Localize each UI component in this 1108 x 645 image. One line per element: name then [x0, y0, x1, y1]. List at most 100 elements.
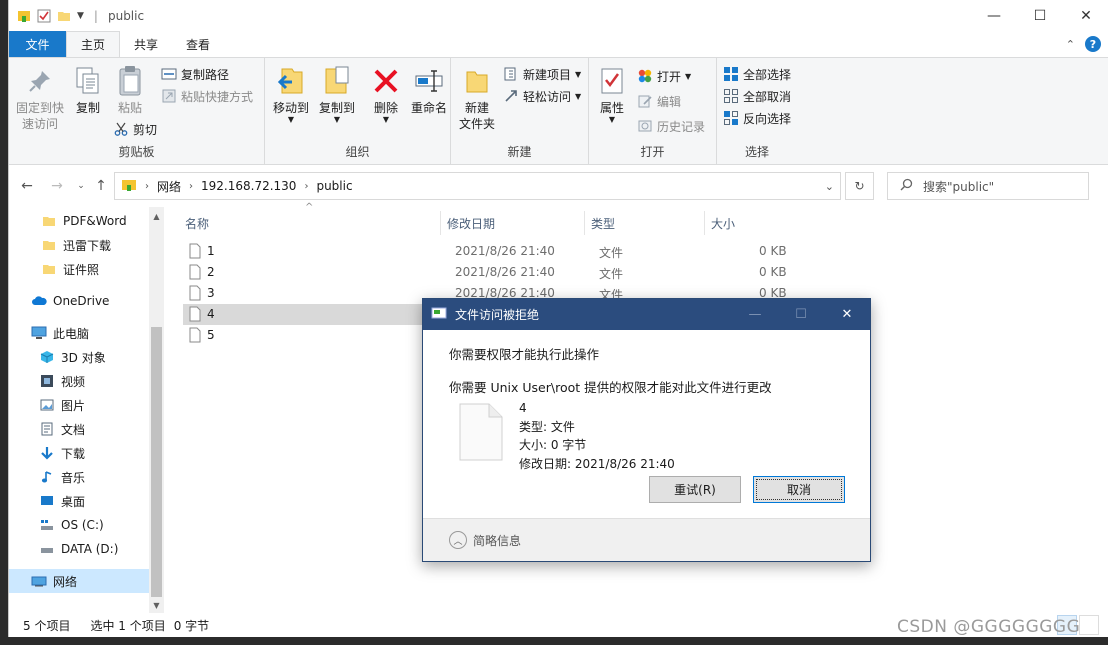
pin-quick-access-button[interactable]: 固定到快 速访问 [15, 64, 65, 132]
copy-path-button[interactable]: 复制路径 [161, 64, 229, 84]
maximize-button[interactable]: ☐ [1017, 0, 1063, 31]
column-header-type[interactable]: 类型 [585, 211, 705, 235]
blank-file-icon [189, 243, 201, 262]
cancel-button[interactable]: 取消 [753, 476, 845, 503]
tab-file[interactable]: 文件 [9, 31, 66, 57]
explorer-app-icon [17, 9, 31, 23]
select-all-button[interactable]: 全部选择 [723, 64, 791, 84]
retry-button[interactable]: 重试(R) [649, 476, 741, 503]
breadcrumb-network[interactable]: 网络 [157, 178, 181, 195]
properties-qat-icon[interactable] [37, 9, 51, 23]
new-folder-qat-icon[interactable] [57, 9, 71, 23]
table-row[interactable]: 1 2021/8/26 21:40 文件 0 KB [183, 241, 803, 262]
copy-to-dropdown-icon: ▼ [333, 115, 341, 124]
up-arrow-icon[interactable]: ↑ [91, 176, 111, 196]
pin-label-1: 固定到快 [15, 101, 64, 115]
copy-icon [72, 64, 104, 98]
close-button[interactable]: ✕ [1063, 0, 1108, 31]
column-header-size[interactable]: 大小 [705, 211, 785, 235]
cut-button[interactable]: 剪切 [113, 119, 157, 139]
scroll-down-icon[interactable]: ▼ [149, 598, 164, 613]
address-dropdown-icon[interactable]: ⌄ [825, 180, 834, 193]
delete-button[interactable]: 删除 ▼ [369, 64, 403, 124]
nav-item-drive-c[interactable]: OS (C:) [9, 513, 149, 537]
back-arrow-icon[interactable]: ← [17, 176, 37, 196]
cloud-icon [31, 293, 47, 309]
minimize-button[interactable]: — [971, 0, 1017, 31]
table-row[interactable]: 2 2021/8/26 21:40 文件 0 KB [183, 262, 803, 283]
open-button[interactable]: 打开 ▼ [637, 66, 691, 86]
rename-button[interactable]: 重命名 [409, 64, 449, 116]
properties-button[interactable]: 属性 ▼ [595, 64, 629, 124]
breadcrumb-host[interactable]: 192.168.72.130 [201, 179, 296, 193]
easy-access-button[interactable]: 轻松访问 ▼ [503, 86, 581, 106]
move-to-button[interactable]: 移动到 ▼ [269, 64, 313, 124]
nav-item-id-photo[interactable]: 证件照 [9, 257, 149, 281]
nav-item-label: 迅雷下载 [63, 238, 112, 253]
invert-selection-button[interactable]: 反向选择 [723, 108, 791, 128]
expand-ribbon-icon[interactable]: ⌃ [1066, 38, 1075, 51]
qat-dropdown-icon[interactable]: ▼ [77, 11, 84, 21]
nav-item-3d-objects[interactable]: 3D 对象 [9, 345, 149, 369]
tab-view[interactable]: 查看 [172, 31, 224, 57]
nav-item-drive-d[interactable]: DATA (D:) [9, 537, 149, 561]
scroll-up-icon[interactable]: ▲ [149, 209, 164, 224]
copy-to-button[interactable]: 复制到 ▼ [315, 64, 359, 124]
search-box[interactable]: 搜索"public" [887, 172, 1089, 200]
nav-item-documents[interactable]: 文档 [9, 417, 149, 441]
organize-group-label: 组织 [345, 145, 370, 159]
dialog-file-name: 4 [519, 401, 527, 415]
help-icon[interactable]: ? [1085, 36, 1101, 52]
dialog-close-button[interactable]: ✕ [824, 299, 870, 330]
nav-item-network[interactable]: 网络 [9, 569, 149, 593]
nav-item-pdfword[interactable]: PDF&Word [9, 209, 149, 233]
tab-share[interactable]: 共享 [120, 31, 172, 57]
nav-scrollbar-thumb[interactable] [151, 327, 162, 597]
nav-item-music[interactable]: 音乐 [9, 465, 149, 489]
new-folder-button[interactable]: 新建 文件夹 [457, 64, 497, 132]
large-icons-view-icon[interactable] [1079, 615, 1099, 635]
computer-icon [31, 325, 47, 341]
quick-access-toolbar: ▼ | public [9, 9, 144, 23]
details-toggle-label[interactable]: 简略信息 [473, 532, 521, 549]
nav-item-videos[interactable]: 视频 [9, 369, 149, 393]
new-item-button[interactable]: 新建项目 ▼ [503, 64, 581, 84]
nav-item-label: 证件照 [63, 262, 100, 277]
recent-locations-icon[interactable]: ⌄ [71, 176, 91, 196]
collapse-details-icon[interactable]: ︿ [449, 531, 467, 549]
history-button[interactable]: 历史记录 [637, 116, 705, 136]
music-note-icon [39, 469, 55, 485]
nav-item-desktop[interactable]: 桌面 [9, 489, 149, 513]
nav-item-label: 此电脑 [53, 326, 90, 341]
nav-item-onedrive[interactable]: OneDrive [9, 289, 149, 313]
desktop-icon [39, 493, 55, 509]
refresh-button[interactable]: ↻ [845, 172, 874, 200]
breadcrumb-public[interactable]: public [316, 179, 352, 193]
blank-file-icon [189, 285, 201, 304]
nav-item-this-pc[interactable]: 此电脑 [9, 321, 149, 345]
file-name: 5 [207, 328, 215, 342]
paste-button[interactable]: 粘贴 [113, 64, 147, 116]
tab-home[interactable]: 主页 [66, 31, 121, 57]
nav-scrollbar[interactable]: ▲ ▼ [149, 207, 164, 613]
column-header-name[interactable]: 名称 [179, 211, 441, 235]
forward-arrow-icon[interactable]: → [47, 176, 67, 196]
nav-item-label: 视频 [61, 374, 86, 389]
select-none-button[interactable]: 全部取消 [723, 86, 791, 106]
nav-item-label: 图片 [61, 398, 86, 413]
edit-button[interactable]: 编辑 [637, 91, 681, 111]
select-none-icon [723, 88, 739, 104]
paste-shortcut-button[interactable]: 粘贴快捷方式 [161, 86, 253, 106]
nav-item-pictures[interactable]: 图片 [9, 393, 149, 417]
column-header-date[interactable]: 修改日期 [441, 211, 585, 235]
title-bar: ▼ | public — ☐ ✕ [9, 0, 1108, 31]
history-icon [637, 118, 653, 134]
nav-item-downloads[interactable]: 下载 [9, 441, 149, 465]
new-item-dropdown-icon: ▼ [575, 69, 582, 79]
address-bar[interactable]: › 网络 › 192.168.72.130 › public ⌄ [114, 172, 841, 200]
dialog-message-primary: 你需要权限才能执行此操作 [449, 347, 600, 362]
selection-size: 0 字节 [173, 618, 210, 633]
download-arrow-icon [39, 445, 55, 461]
copy-button[interactable]: 复制 [71, 64, 105, 116]
nav-item-xunlei[interactable]: 迅雷下载 [9, 233, 149, 257]
